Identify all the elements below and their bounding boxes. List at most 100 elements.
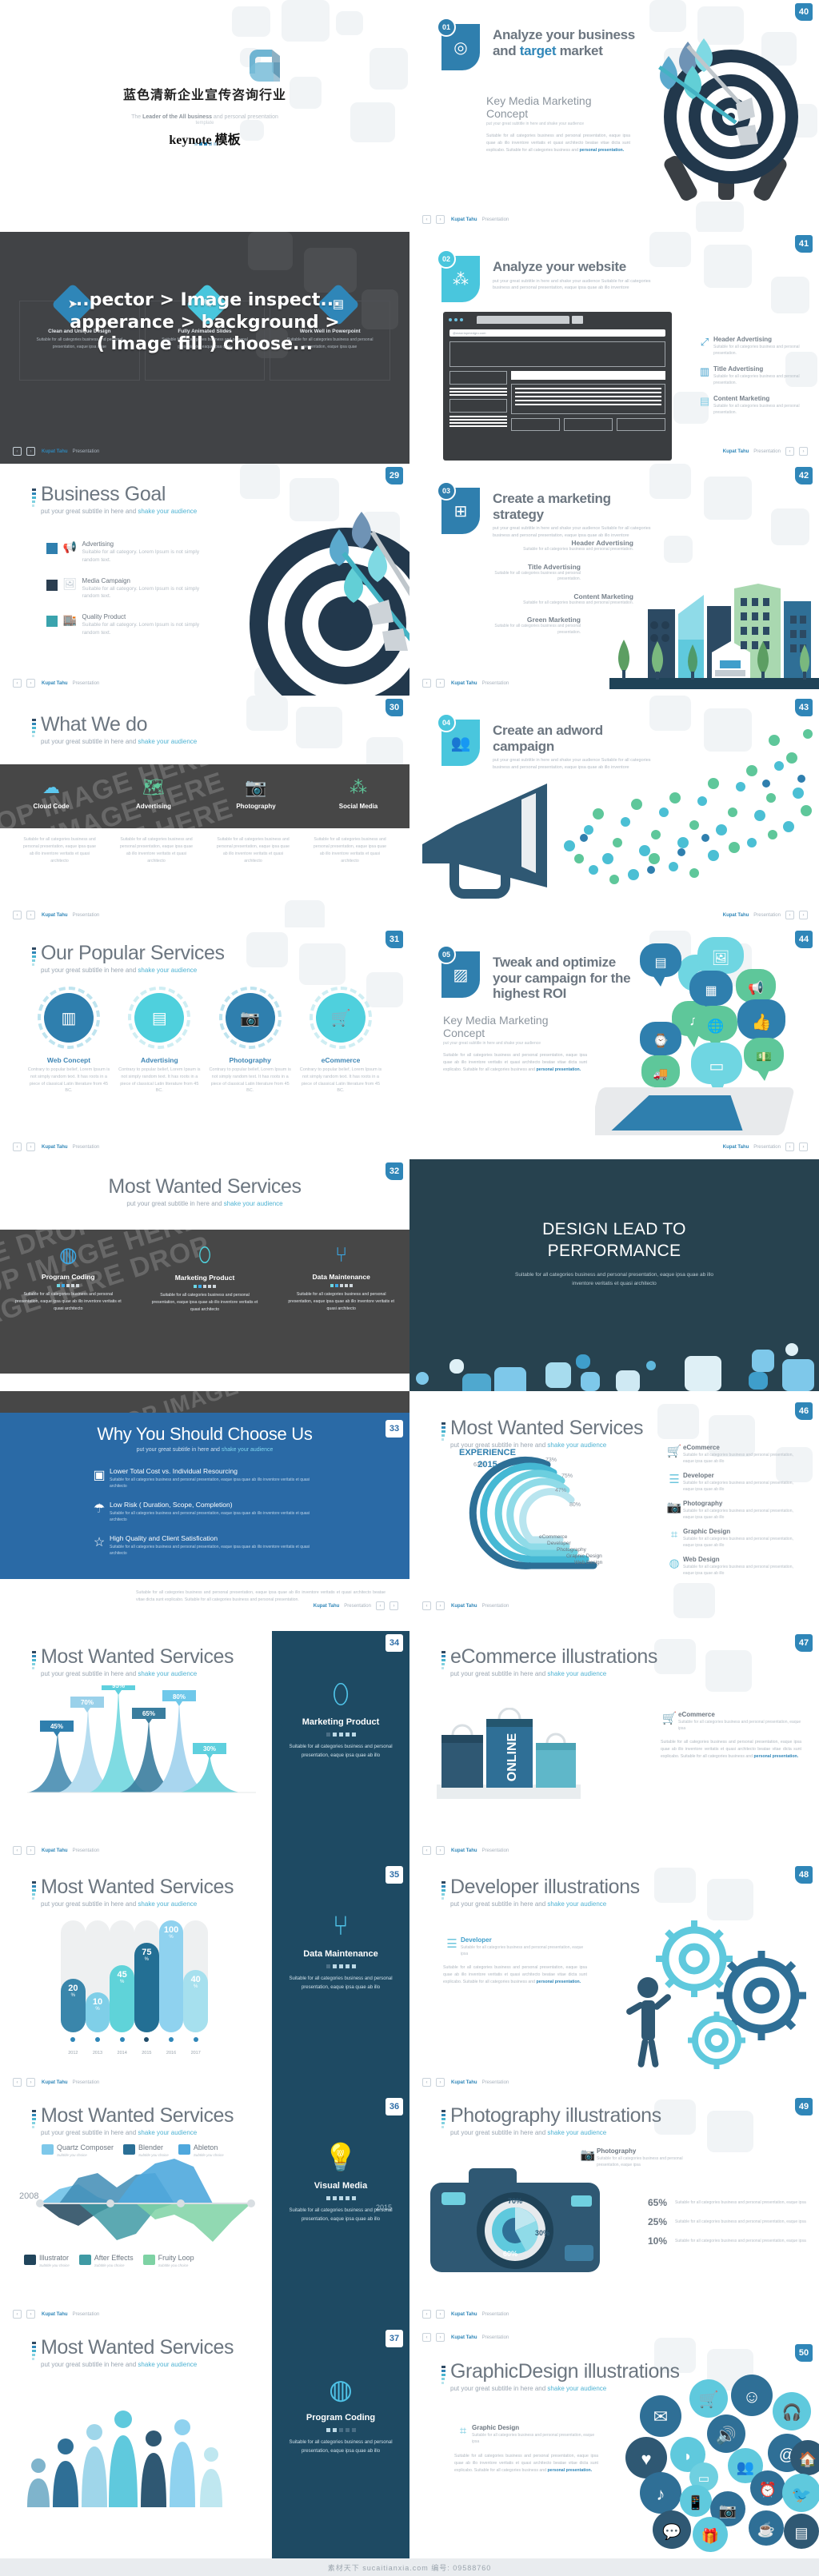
drop-image-band: HERE DROP IMAGE DROP IMAGE HERE IMAGE HE…: [0, 1230, 410, 1374]
svg-text:💵: 💵: [756, 1051, 772, 1064]
prev-button[interactable]: ‹: [13, 2310, 22, 2319]
svg-text:♥: ♥: [641, 2449, 651, 2469]
slide-title: DESIGN LEAD TO PERFORMANCE: [542, 1220, 686, 1261]
step-number: 01: [437, 18, 456, 37]
next-button[interactable]: ›: [26, 2078, 35, 2087]
prev-button[interactable]: ‹: [13, 911, 22, 919]
service-card[interactable]: 📷 Photography Contrary to popular belief,…: [209, 987, 292, 1095]
prev-button[interactable]: ‹: [13, 1142, 22, 1151]
next-button[interactable]: ›: [436, 2333, 445, 2342]
next-button[interactable]: ›: [436, 1601, 445, 1610]
slide-analyze-business[interactable]: 40 01 ◎ Analyze your business and target…: [410, 0, 819, 232]
prev-button[interactable]: ‹: [422, 1846, 431, 1855]
slide-design-lead[interactable]: 45 DESIGN LEAD TOPERFORMANCE Suitable fo…: [410, 1159, 819, 1391]
next-button[interactable]: ›: [26, 679, 35, 688]
next-button[interactable]: ›: [436, 2310, 445, 2319]
next-button[interactable]: ›: [436, 215, 445, 224]
drop-image-band: AGE HERE DROP IMAGE HERE: [0, 1391, 410, 1413]
service-card[interactable]: ▤ Advertising Contrary to popular belief,…: [118, 987, 201, 1095]
prev-button[interactable]: ‹: [13, 1846, 22, 1855]
slide-inspector-overlay[interactable]: Clean and Unique Design Suitable for all…: [0, 232, 410, 464]
slide-experience-radial[interactable]: 46 Most Wanted Services put your great s…: [410, 1391, 819, 1631]
next-button[interactable]: ›: [436, 2078, 445, 2087]
slide-most-wanted-band[interactable]: 32 Most Wanted Services put your great s…: [0, 1159, 410, 1391]
prev-button[interactable]: ‹: [422, 679, 431, 688]
prev-button[interactable]: ‹: [422, 1601, 431, 1610]
next-button[interactable]: ›: [26, 911, 35, 919]
key-concept-block: Key Media Marketing Concept put your gre…: [486, 94, 630, 154]
bar-accent-icon: [32, 2338, 36, 2362]
goal-list: 📢 Advertising Suitable for all category. …: [46, 540, 206, 650]
next-button[interactable]: ›: [799, 1142, 808, 1151]
list-item: 🖼 Media Campaign Suitable for all categor…: [46, 577, 206, 601]
slide-title: Most Wanted Services: [108, 1175, 302, 1198]
prev-button[interactable]: ‹: [785, 911, 794, 919]
slide-why-choose-us[interactable]: AGE HERE DROP IMAGE HERE 33 Why You Shou…: [0, 1391, 410, 1631]
section-heading: Our Popular Services put your great subt…: [32, 943, 225, 974]
prev-button[interactable]: ‹: [13, 447, 22, 456]
svg-text:✉: ✉: [653, 2407, 668, 2426]
prev-button[interactable]: ‹: [422, 2333, 431, 2342]
map-pin-icon: 🗺: [142, 777, 165, 797]
bar-accent-icon: [441, 2106, 445, 2130]
slide-spike-chart[interactable]: 34 Most Wanted Services put your great s…: [0, 1631, 410, 1863]
target-icon: 01 ◎: [437, 18, 480, 70]
next-button[interactable]: ›: [799, 447, 808, 456]
next-button[interactable]: ›: [26, 1142, 35, 1151]
service-card[interactable]: ▥ Web Concept Contrary to popular belief,…: [27, 987, 110, 1095]
bar-accent-icon: [32, 943, 36, 967]
svg-text:Developer: Developer: [547, 1541, 571, 1546]
prev-button[interactable]: ‹: [376, 1601, 385, 1610]
feature-body: Suitable for all categories business and…: [454, 2454, 598, 2474]
service-card[interactable]: 🛒 eCommerce Contrary to popular belief, L…: [299, 987, 382, 1095]
slide-analyze-website[interactable]: 41 02 ⁂ Analyze your website put your gr…: [410, 232, 819, 464]
slide-bar-chart[interactable]: 35 Most Wanted Services put your great s…: [0, 1863, 410, 2095]
legend-item: Blender Subtitle you choice: [123, 2144, 169, 2157]
slide-people-chart[interactable]: 37 Most Wanted Services put your great s…: [0, 2327, 410, 2558]
slide-title: Most Wanted Services: [450, 1417, 644, 1439]
stat-row: 65% Suitable for all categories business …: [648, 2197, 806, 2208]
slide-business-goal[interactable]: 29 Business Goal put your great subtitle…: [0, 464, 410, 696]
svg-text:🎧: 🎧: [782, 2403, 802, 2422]
next-button[interactable]: ›: [390, 1601, 398, 1610]
reason-item: ☂ Low Risk ( Duration, Scope, Completion…: [89, 1501, 321, 1523]
slide-ecommerce-illustrations[interactable]: 47 eCommerce illustrations put your grea…: [410, 1631, 819, 1863]
next-button[interactable]: ›: [26, 1846, 35, 1855]
bar-accent-icon: [441, 2362, 445, 2386]
prev-button[interactable]: ‹: [422, 2078, 431, 2087]
slide-graphicdesign-illustrations[interactable]: 50 GraphicDesign illustrations put your …: [410, 2327, 819, 2558]
next-button[interactable]: ›: [436, 1846, 445, 1855]
dartboard-illustration: [250, 512, 410, 696]
next-button[interactable]: ›: [26, 2310, 35, 2319]
prev-button[interactable]: ‹: [422, 215, 431, 224]
slide-developer-illustrations[interactable]: 48 Developer illustrations put your grea…: [410, 1863, 819, 2095]
cover-subtitle: keynote 模板: [169, 134, 241, 147]
slide-tweak-optimize[interactable]: 44 05 ▨ Tweak and optimize your campaign…: [410, 927, 819, 1159]
slide-title: Most Wanted Services: [41, 1645, 234, 1668]
slide-adword-campaign[interactable]: 43 04 👥 Create an adword campaign put yo…: [410, 696, 819, 927]
slide-what-we-do[interactable]: 30 What We do put your great subtitle in…: [0, 696, 410, 927]
slide-cover[interactable]: 蓝色清新企业宣传咨询行业 The Leader of the All busin…: [0, 0, 410, 232]
slide-popular-services[interactable]: 31 Our Popular Services put your great s…: [0, 927, 410, 1159]
svg-text:30%: 30%: [535, 2229, 549, 2237]
callout-item: ▤ Content Marketing Suitable for all cat…: [696, 395, 809, 416]
slide-area-chart[interactable]: 36 Most Wanted Services put your great s…: [0, 2095, 410, 2327]
slide-marketing-strategy[interactable]: 42 03 ⊞ Create a marketing strategy put …: [410, 464, 819, 696]
feature-item: ☰ Developer Suitable for all categories …: [443, 1936, 587, 1957]
expand-icon: ⤢: [700, 336, 709, 348]
feature-body: Suitable for all categories business and…: [443, 1965, 587, 1985]
prev-button[interactable]: ‹: [13, 679, 22, 688]
slide-title: Photography illustrations: [450, 2104, 661, 2127]
svg-text:📱: 📱: [687, 2494, 704, 2510]
prev-button[interactable]: ‹: [422, 2310, 431, 2319]
next-button[interactable]: ›: [26, 447, 35, 456]
prev-button[interactable]: ‹: [785, 447, 794, 456]
address-bar[interactable]: @www.topmedgru.com: [443, 328, 672, 341]
next-button[interactable]: ›: [436, 679, 445, 688]
network-icon: ⁂: [350, 777, 367, 797]
slide-photography-illustrations[interactable]: 49 Photography illustrations put your gr…: [410, 2095, 819, 2327]
next-button[interactable]: ›: [799, 911, 808, 919]
prev-button[interactable]: ‹: [785, 1142, 794, 1151]
slide-title: eCommerce illustrations: [450, 1645, 657, 1668]
prev-button[interactable]: ‹: [13, 2078, 22, 2087]
